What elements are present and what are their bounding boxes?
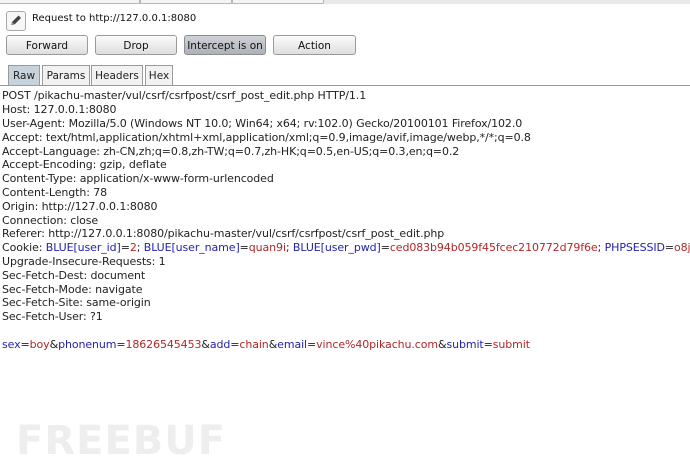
tab-raw[interactable]: Raw bbox=[8, 65, 40, 85]
header-line: Connection: close bbox=[2, 214, 99, 227]
cookie-name: PHPSESSID bbox=[604, 241, 665, 254]
request-target-label: Request to http://127.0.0.1:8080 bbox=[32, 13, 197, 24]
body-params-line: sex=boy&phonenum=18626545453&add=chain&e… bbox=[2, 338, 530, 351]
drop-button[interactable]: Drop bbox=[95, 35, 177, 55]
header-line: Accept-Encoding: gzip, deflate bbox=[2, 158, 167, 171]
param-name: sex bbox=[2, 338, 21, 351]
header-line: Origin: http://127.0.0.1:8080 bbox=[2, 200, 158, 213]
cookie-name: BLUE[user_pwd] bbox=[292, 241, 381, 254]
tab-params[interactable]: Params bbox=[42, 65, 90, 85]
cookie-value: o8j1n57vn bbox=[674, 241, 690, 254]
param-value: vince%40pikachu.com bbox=[316, 338, 438, 351]
param-value: chain bbox=[239, 338, 269, 351]
cookie-line: Cookie: BLUE[user_id]=2; BLUE[user_name]… bbox=[2, 241, 690, 254]
header-line: Sec-Fetch-Dest: document bbox=[2, 269, 146, 282]
param-name: submit bbox=[446, 338, 484, 351]
header-line: Sec-Fetch-Mode: navigate bbox=[2, 283, 143, 296]
header-line: Referer: http://127.0.0.1:8080/pikachu-m… bbox=[2, 227, 445, 240]
header-line: Host: 127.0.0.1:8080 bbox=[2, 103, 117, 116]
header-line: Sec-Fetch-Site: same-origin bbox=[2, 296, 151, 309]
param-name: email bbox=[277, 338, 308, 351]
raw-request-editor[interactable]: POST /pikachu-master/vul/csrf/csrfpost/c… bbox=[0, 86, 690, 468]
edit-pencil-icon[interactable] bbox=[6, 11, 26, 31]
intercept-toggle-button[interactable]: Intercept is on bbox=[184, 35, 266, 55]
param-name: add bbox=[209, 338, 231, 351]
cookie-name: BLUE[user_id] bbox=[45, 241, 121, 254]
param-value: 18626545453 bbox=[125, 338, 202, 351]
param-value: submit bbox=[492, 338, 530, 351]
header-line: Accept: text/html,application/xhtml+xml,… bbox=[2, 131, 531, 144]
cookie-value: ced083b94b059f45fcec210772d79f6e bbox=[389, 241, 598, 254]
freebuf-watermark: FREEBUF bbox=[16, 418, 227, 464]
header-line: Accept-Language: zh-CN,zh;q=0.8,zh-TW;q=… bbox=[2, 145, 460, 158]
tab-hex[interactable]: Hex bbox=[145, 65, 173, 85]
cookie-value: 2 bbox=[129, 241, 137, 254]
header-line: Content-Type: application/x-www-form-url… bbox=[2, 172, 274, 185]
action-button[interactable]: Action bbox=[273, 35, 356, 55]
message-tabs: Raw Params Headers Hex bbox=[0, 63, 690, 86]
header-line: User-Agent: Mozilla/5.0 (Windows NT 10.0… bbox=[2, 117, 523, 130]
tab-headers[interactable]: Headers bbox=[91, 65, 143, 85]
cookie-prefix: Cookie: bbox=[2, 241, 46, 254]
cookie-name: BLUE[user_name] bbox=[143, 241, 240, 254]
param-name: phonenum bbox=[58, 338, 117, 351]
header-line: Content-Length: 78 bbox=[2, 186, 108, 199]
cookie-value: quan9i bbox=[248, 241, 286, 254]
forward-button[interactable]: Forward bbox=[6, 35, 88, 55]
request-line: POST /pikachu-master/vul/csrf/csrfpost/c… bbox=[2, 89, 367, 102]
header-line: Sec-Fetch-User: ?1 bbox=[2, 310, 103, 323]
request-bar: Request to http://127.0.0.1:8080 bbox=[0, 4, 690, 34]
param-value: boy bbox=[29, 338, 50, 351]
header-line: Upgrade-Insecure-Requests: 1 bbox=[2, 255, 166, 268]
